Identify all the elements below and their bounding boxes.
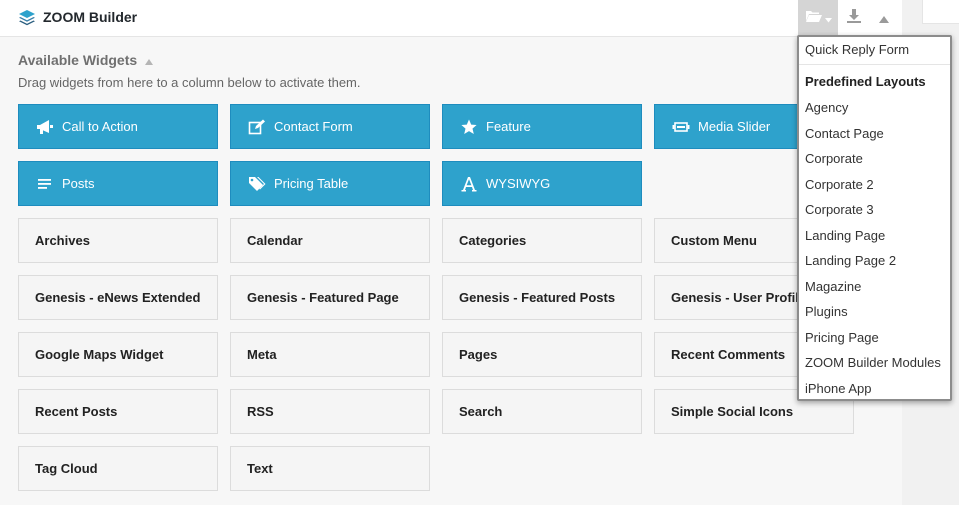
lines-icon xyxy=(35,175,55,193)
menu-item-corporate[interactable]: Corporate xyxy=(805,150,941,176)
star-icon xyxy=(459,118,479,136)
menu-item-zoom-builder-modules[interactable]: ZOOM Builder Modules xyxy=(805,354,941,380)
widget-archives[interactable]: Archives xyxy=(18,218,218,263)
predefined-layouts-list: Agency Contact Page Corporate Corporate … xyxy=(805,99,941,405)
widget-call-to-action[interactable]: Call to Action xyxy=(18,104,218,149)
widget-wysiwyg[interactable]: WYSIWYG xyxy=(442,161,642,206)
widget-categories[interactable]: Categories xyxy=(442,218,642,263)
megaphone-icon xyxy=(35,118,55,136)
widget-genesis-enews-extended[interactable]: Genesis - eNews Extended xyxy=(18,275,218,320)
widgets-area: Available Widgets Drag widgets from here… xyxy=(0,37,902,505)
download-icon xyxy=(846,8,862,29)
widget-pages[interactable]: Pages xyxy=(442,332,642,377)
open-layouts-button[interactable] xyxy=(798,0,838,37)
zoom-builder-panel: ZOOM Builder Available Widgets Drag widg… xyxy=(0,0,902,505)
panel-header: ZOOM Builder xyxy=(0,0,902,37)
triangle-up-icon xyxy=(145,52,154,68)
menu-item-iphone-app[interactable]: iPhone App xyxy=(805,380,941,406)
widget-posts[interactable]: Posts xyxy=(18,161,218,206)
widget-recent-posts[interactable]: Recent Posts xyxy=(18,389,218,434)
download-button[interactable] xyxy=(840,0,868,37)
layouts-dropdown-menu: Quick Reply Form Predefined Layouts Agen… xyxy=(797,35,952,401)
folder-open-icon xyxy=(805,9,823,28)
section-description: Drag widgets from here to a column below… xyxy=(18,75,361,90)
widget-genesis-featured-posts[interactable]: Genesis - Featured Posts xyxy=(442,275,642,320)
layers-icon xyxy=(18,9,36,27)
menu-item-landing-page[interactable]: Landing Page xyxy=(805,227,941,253)
slider-icon xyxy=(671,118,691,136)
widget-text[interactable]: Text xyxy=(230,446,430,491)
widget-genesis-featured-page[interactable]: Genesis - Featured Page xyxy=(230,275,430,320)
text-a-icon xyxy=(459,175,479,193)
menu-item-magazine[interactable]: Magazine xyxy=(805,278,941,304)
panel-title: ZOOM Builder xyxy=(43,9,138,25)
menu-item-pricing-page[interactable]: Pricing Page xyxy=(805,329,941,355)
menu-item-contact-page[interactable]: Contact Page xyxy=(805,125,941,151)
menu-item-quick-reply-form[interactable]: Quick Reply Form xyxy=(805,42,909,57)
widget-feature[interactable]: Feature xyxy=(442,104,642,149)
widget-search[interactable]: Search xyxy=(442,389,642,434)
widget-google-maps[interactable]: Google Maps Widget xyxy=(18,332,218,377)
edit-icon xyxy=(247,118,267,136)
widget-meta[interactable]: Meta xyxy=(230,332,430,377)
widget-rss[interactable]: RSS xyxy=(230,389,430,434)
section-title[interactable]: Available Widgets xyxy=(18,52,154,68)
menu-header-predefined-layouts: Predefined Layouts xyxy=(805,74,926,89)
widget-calendar[interactable]: Calendar xyxy=(230,218,430,263)
menu-item-corporate-3[interactable]: Corporate 3 xyxy=(805,201,941,227)
menu-divider xyxy=(799,64,950,65)
caret-down-icon xyxy=(824,10,832,28)
widget-pricing-table[interactable]: Pricing Table xyxy=(230,161,430,206)
menu-item-plugins[interactable]: Plugins xyxy=(805,303,941,329)
menu-item-corporate-2[interactable]: Corporate 2 xyxy=(805,176,941,202)
menu-item-agency[interactable]: Agency xyxy=(805,99,941,125)
widget-tag-cloud[interactable]: Tag Cloud xyxy=(18,446,218,491)
menu-item-landing-page-2[interactable]: Landing Page 2 xyxy=(805,252,941,278)
widget-contact-form[interactable]: Contact Form xyxy=(230,104,430,149)
adjacent-panel xyxy=(922,0,959,24)
tags-icon xyxy=(247,175,267,193)
collapse-button[interactable] xyxy=(870,0,898,37)
triangle-up-icon xyxy=(879,10,889,28)
